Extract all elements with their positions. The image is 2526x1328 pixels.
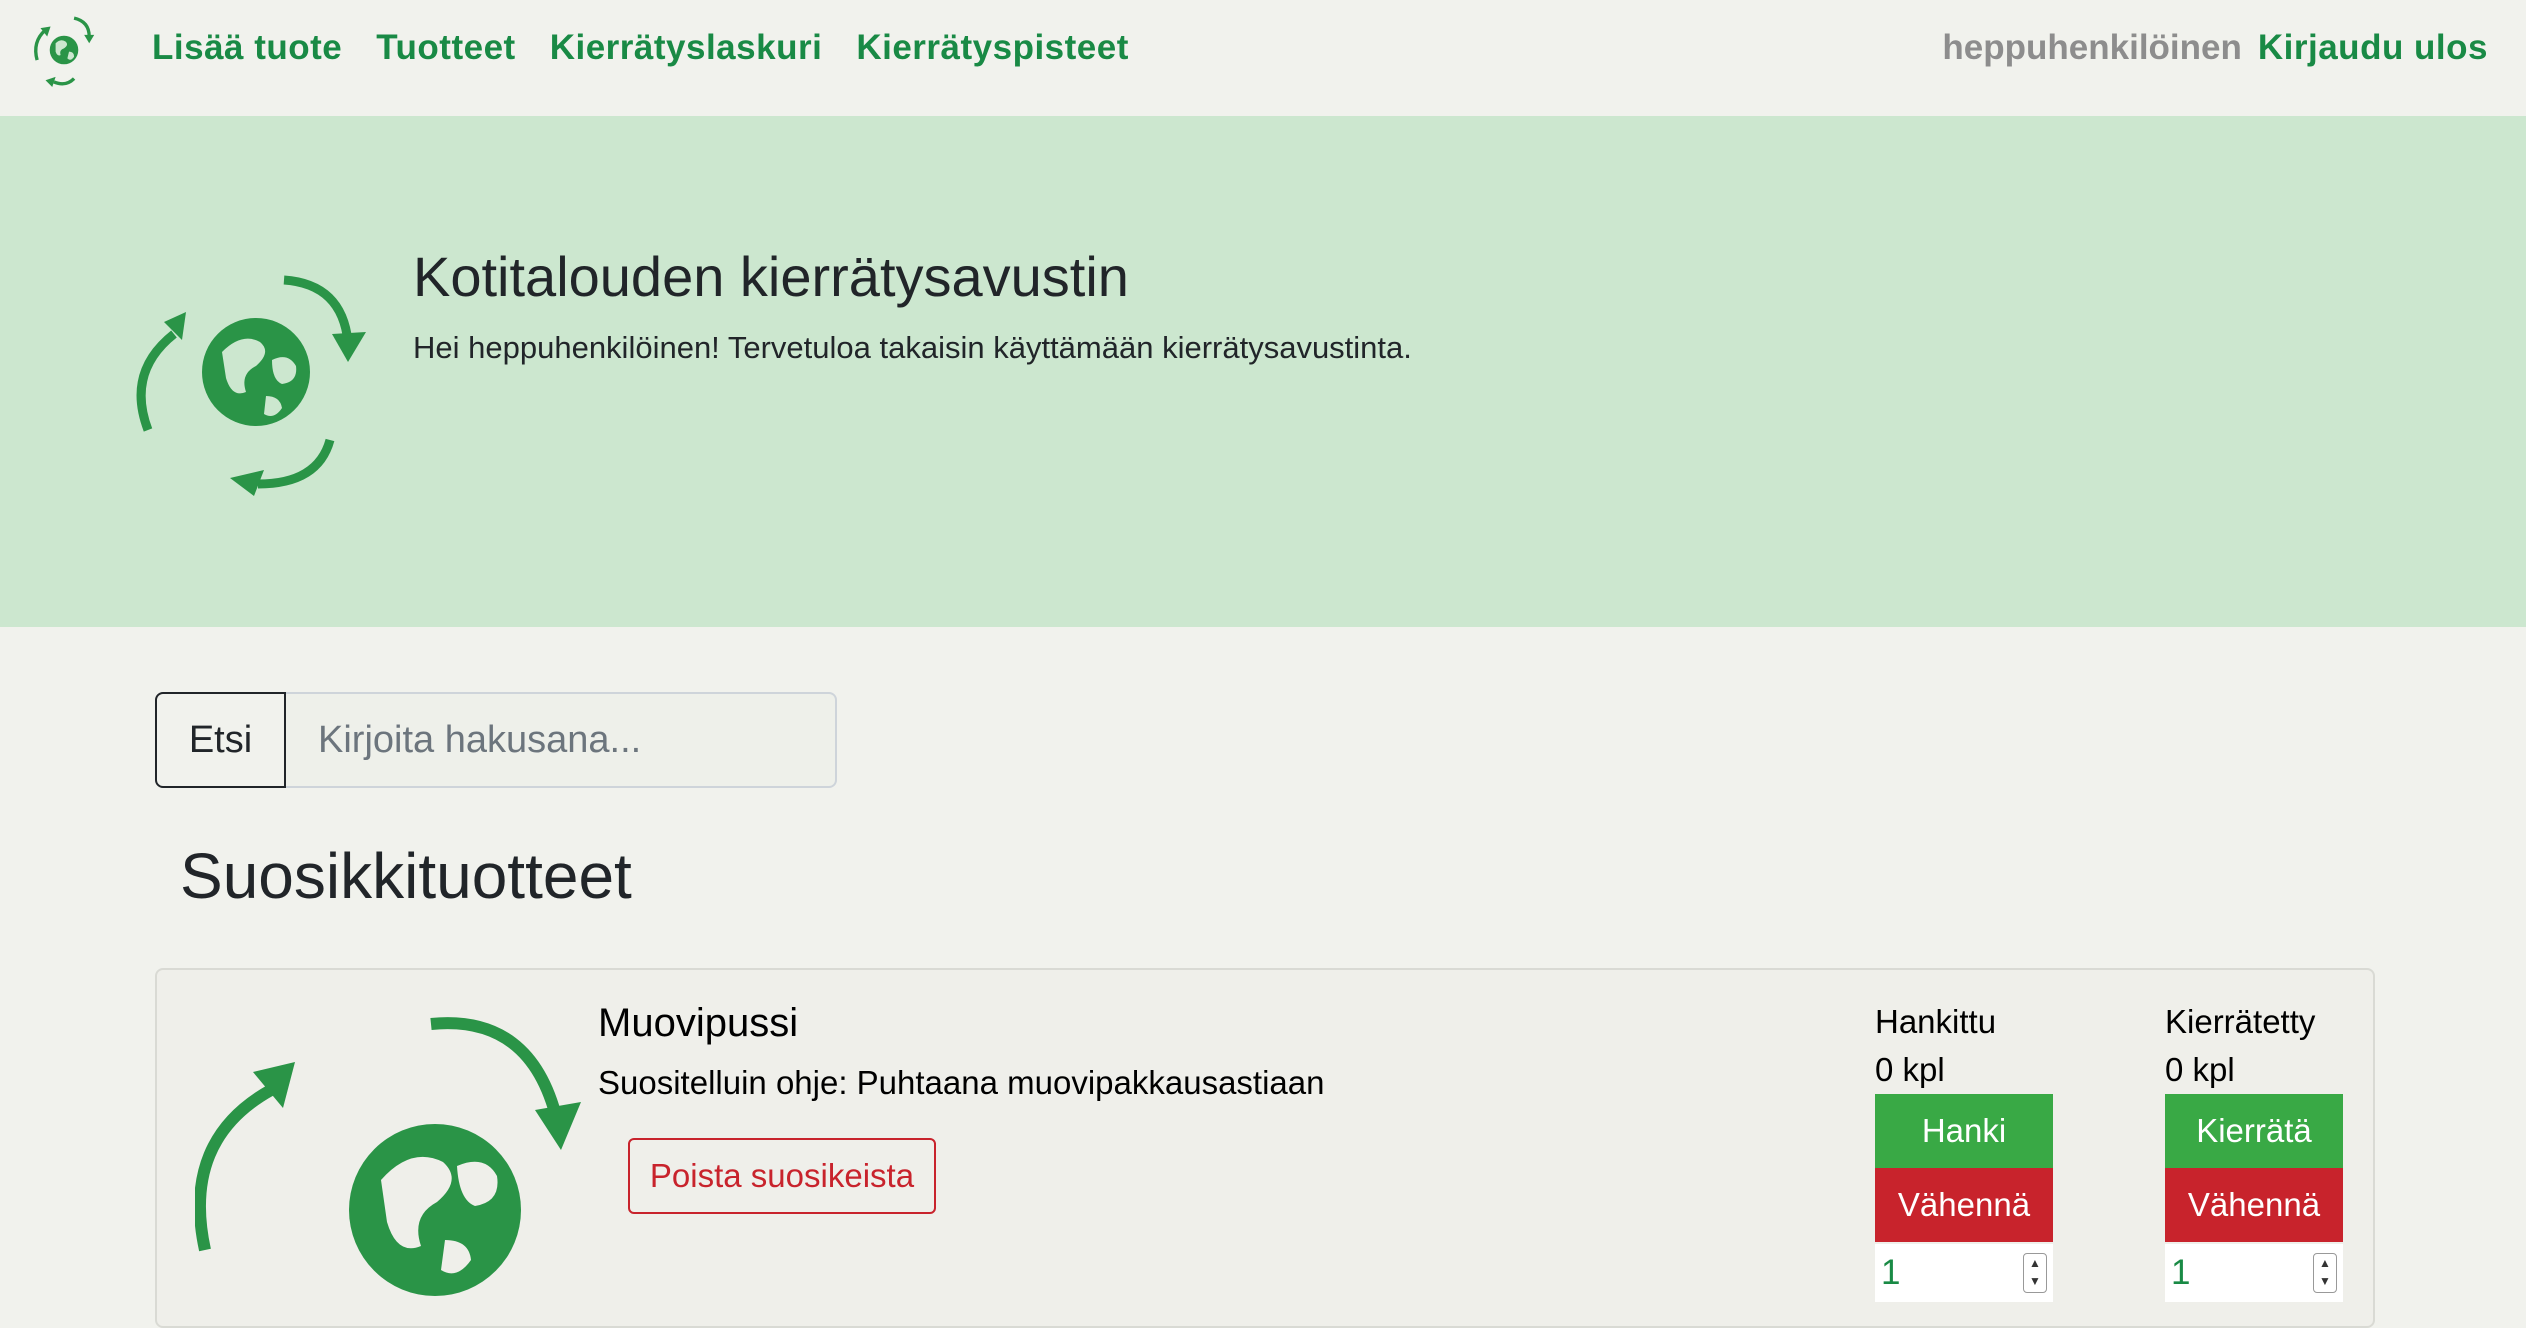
recycle-globe-logo-icon[interactable] — [20, 8, 108, 92]
search-input[interactable] — [286, 692, 837, 788]
recycle-button[interactable]: Kierrätä — [2165, 1094, 2343, 1168]
acquired-count: 0 kpl — [1875, 1051, 1945, 1088]
logout-link[interactable]: Kirjaudu ulos — [2258, 24, 2488, 72]
nav-recycling-points-link[interactable]: Kierrätyspisteet — [856, 24, 1129, 72]
hero-title: Kotitalouden kierrätysavustin — [413, 245, 1129, 308]
product-globe-image-icon — [195, 1017, 581, 1296]
recycled-counter: Kierrätetty 0 kpl Kierrätä Vähennä 1 ▲ ▼ — [2165, 998, 2343, 1302]
navbar: Lisää tuote Tuotteet Kierrätyslaskuri Ki… — [0, 0, 2526, 116]
nav-products-link[interactable]: Tuotteet — [376, 24, 515, 72]
acquire-button[interactable]: Hanki — [1875, 1094, 2053, 1168]
acquired-amount-input[interactable]: 1 ▲ ▼ — [1875, 1244, 2053, 1302]
product-recycling-hint: Suositelluin ohje: Puhtaana muovipakkaus… — [598, 1064, 1325, 1101]
recycled-count: 0 kpl — [2165, 1051, 2235, 1088]
acquired-label: Hankittu — [1875, 1003, 1997, 1040]
acquired-counter: Hankittu 0 kpl Hanki Vähennä 1 ▲ ▼ — [1875, 998, 2053, 1302]
nav-add-product-link[interactable]: Lisää tuote — [152, 24, 342, 72]
recycle-globe-hero-icon — [136, 275, 366, 496]
recycled-label: Kierrätetty — [2165, 1003, 2316, 1040]
recycled-decrease-button[interactable]: Vähennä — [2165, 1168, 2343, 1242]
hero-welcome-text: Hei heppuhenkilöinen! Tervetuloa takaisi… — [413, 330, 1412, 365]
acquired-decrease-button[interactable]: Vähennä — [1875, 1168, 2053, 1242]
product-name: Muovipussi — [598, 1001, 799, 1045]
search-group: Etsi — [155, 692, 837, 788]
recycled-amount-input[interactable]: 1 ▲ ▼ — [2165, 1244, 2343, 1302]
favorites-title: Suosikkituotteet — [180, 840, 632, 912]
remove-from-favorites-button[interactable]: Poista suosikeista — [628, 1138, 936, 1214]
hero-banner: Kotitalouden kierrätysavustin Hei heppuh… — [0, 116, 2526, 627]
nav-username: heppuhenkilöinen — [1942, 28, 2242, 67]
search-button[interactable]: Etsi — [155, 692, 286, 788]
number-spinner-icon[interactable]: ▲ ▼ — [2313, 1253, 2337, 1293]
nav-recycling-calculator-link[interactable]: Kierrätyslaskuri — [550, 24, 823, 72]
favorite-product-card: Muovipussi Suositelluin ohje: Puhtaana m… — [155, 968, 2375, 1328]
nav-links: Lisää tuote Tuotteet Kierrätyslaskuri Ki… — [152, 24, 1163, 72]
number-spinner-icon[interactable]: ▲ ▼ — [2023, 1253, 2047, 1293]
acquired-amount-value: 1 — [1881, 1253, 1901, 1292]
nav-user-area: heppuhenkilöinen Kirjaudu ulos — [1942, 24, 2488, 72]
recycled-amount-value: 1 — [2171, 1253, 2191, 1292]
